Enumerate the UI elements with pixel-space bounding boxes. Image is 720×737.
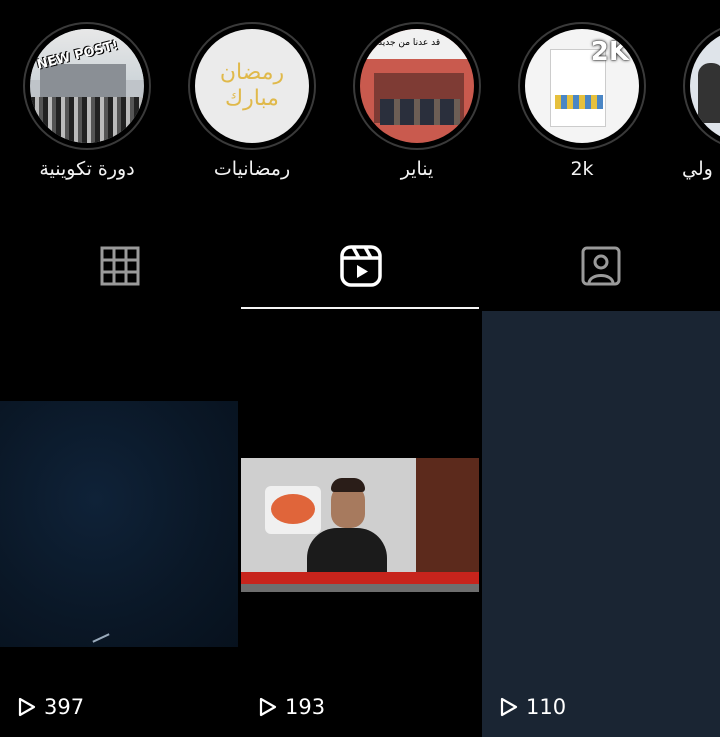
reel-thumbnail — [0, 401, 238, 647]
highlight-ring: NEW POST! — [23, 22, 151, 150]
highlight-cover — [690, 29, 720, 143]
story-highlights-row: NEW POST! دورة تكوينية رمضان مبارك رمضان… — [0, 0, 720, 200]
tab-tagged[interactable] — [481, 222, 720, 310]
reel-tile[interactable]: 193 — [241, 311, 480, 737]
reel-thumbnail — [241, 458, 479, 592]
grid-icon — [100, 246, 140, 286]
highlight-label: 2k — [570, 158, 594, 180]
highlight-cover-text: رمضان مبارك — [219, 60, 285, 111]
view-count-number: 397 — [44, 695, 85, 719]
highlight-item[interactable]: NEW POST! دورة تكوينية — [22, 22, 152, 180]
view-count: 193 — [259, 695, 325, 719]
play-icon — [500, 697, 518, 717]
view-count: 397 — [18, 695, 84, 719]
highlight-label: يناير — [400, 158, 434, 180]
reel-tile[interactable]: 397 — [0, 311, 239, 737]
view-count-number: 110 — [526, 695, 567, 719]
view-count: 110 — [500, 695, 566, 719]
reel-tile[interactable]: 110 — [482, 311, 720, 737]
tab-reels[interactable] — [241, 222, 481, 310]
highlight-cover: NEW POST! — [30, 29, 144, 143]
highlight-item[interactable]: 2K 2k — [517, 22, 647, 180]
highlight-item[interactable]: قد عدنا من جديد يناير — [352, 22, 482, 180]
highlight-label: دورة تكوينية — [39, 158, 135, 180]
highlight-cover: قد عدنا من جديد — [360, 29, 474, 143]
highlight-cover-text: 2K — [590, 37, 629, 67]
profile-tabs — [0, 222, 720, 310]
highlight-item[interactable]: رمضان مبارك رمضانيات — [187, 22, 317, 180]
tagged-icon — [581, 246, 621, 286]
active-tab-indicator — [241, 307, 479, 309]
reels-grid: 397 193 110 — [0, 311, 720, 737]
highlight-ring — [683, 22, 720, 150]
highlight-cover: رمضان مبارك — [195, 29, 309, 143]
highlight-ring: رمضان مبارك — [188, 22, 316, 150]
tab-posts[interactable] — [0, 222, 240, 310]
highlight-item[interactable]: ولي — [682, 22, 720, 180]
highlight-label: ولي — [682, 158, 713, 180]
play-icon — [259, 697, 277, 717]
view-count-number: 193 — [285, 695, 326, 719]
highlight-label: رمضانيات — [213, 158, 291, 180]
reels-icon — [340, 245, 382, 287]
highlight-ring: قد عدنا من جديد — [353, 22, 481, 150]
play-icon — [18, 697, 36, 717]
highlight-cover: 2K — [525, 29, 639, 143]
highlight-cover-text: قد عدنا من جديد — [378, 38, 441, 48]
highlight-ring: 2K — [518, 22, 646, 150]
